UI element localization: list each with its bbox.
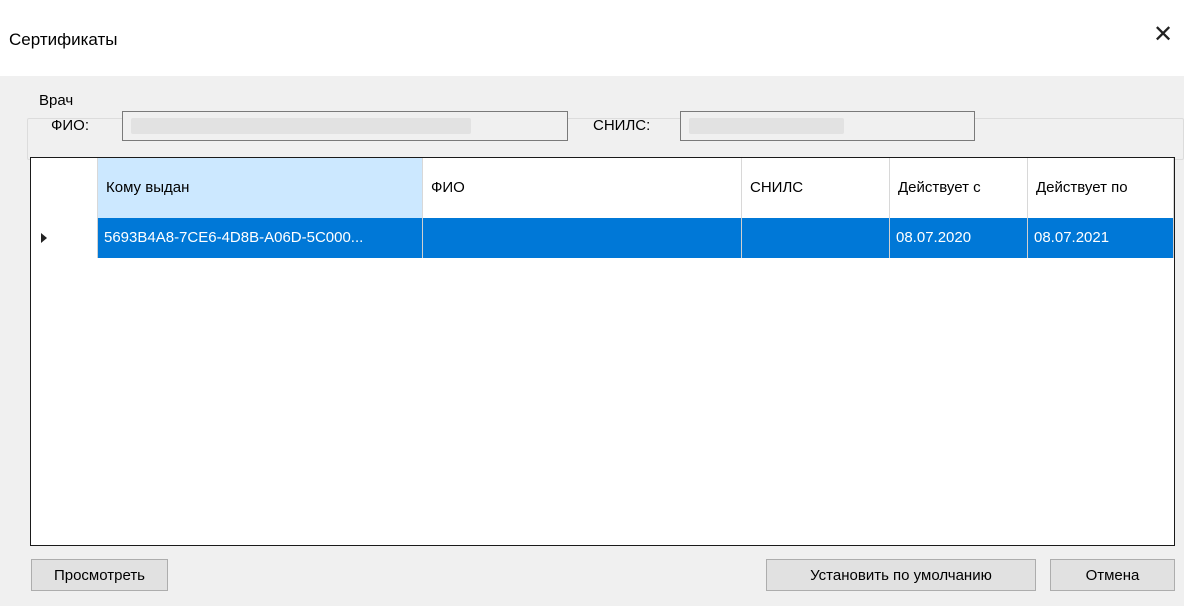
cell-valid-from[interactable]: 08.07.2020 <box>890 218 1028 258</box>
row-selector[interactable] <box>31 218 98 258</box>
fio-value-redacted <box>131 118 471 134</box>
row-header-column <box>31 158 98 218</box>
current-row-arrow-icon <box>41 233 47 243</box>
cell-snils[interactable] <box>742 218 890 258</box>
snils-value-redacted <box>689 118 844 134</box>
snils-label: СНИЛС: <box>593 117 651 134</box>
table-row[interactable]: 5693B4A8-7CE6-4D8B-A06D-5C000... 08.07.2… <box>31 218 1174 258</box>
close-icon[interactable]: ✕ <box>1148 20 1178 50</box>
column-header-valid-from[interactable]: Действует с <box>890 158 1028 218</box>
snils-field[interactable] <box>680 111 975 141</box>
certificates-table[interactable]: Кому выдан ФИО СНИЛС Действует с Действу… <box>30 157 1175 546</box>
column-header-valid-to[interactable]: Действует по <box>1028 158 1174 218</box>
window-title: Сертификаты <box>9 30 118 49</box>
doctor-group-label: Врач <box>36 92 77 109</box>
title-bar: Сертификаты ✕ <box>0 0 1184 76</box>
cancel-button[interactable]: Отмена <box>1050 559 1175 591</box>
cell-valid-to[interactable]: 08.07.2021 <box>1028 218 1174 258</box>
cell-issued-to[interactable]: 5693B4A8-7CE6-4D8B-A06D-5C000... <box>98 218 423 258</box>
cell-fio[interactable] <box>423 218 742 258</box>
column-header-issued-to[interactable]: Кому выдан <box>98 158 423 218</box>
table-header: Кому выдан ФИО СНИЛС Действует с Действу… <box>31 158 1174 218</box>
view-button[interactable]: Просмотреть <box>31 559 168 591</box>
set-default-button[interactable]: Установить по умолчанию <box>766 559 1036 591</box>
fio-label: ФИО: <box>51 117 90 134</box>
column-header-snils[interactable]: СНИЛС <box>742 158 890 218</box>
fio-field[interactable] <box>122 111 568 141</box>
column-header-fio[interactable]: ФИО <box>423 158 742 218</box>
